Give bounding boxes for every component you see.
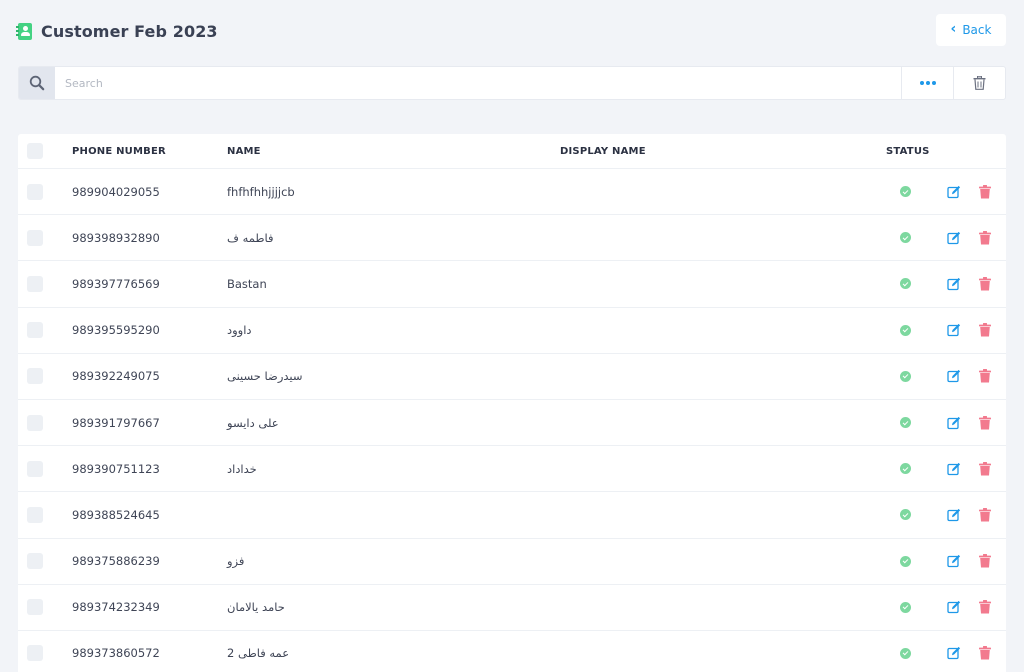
title-wrap: Customer Feb 2023: [16, 22, 218, 41]
contact-book-icon: [16, 23, 32, 40]
check-circle-icon: [900, 647, 911, 659]
name-cell: علی دایسو: [227, 415, 279, 430]
delete-icon[interactable]: [979, 276, 991, 291]
name-cell: خداداد: [227, 461, 257, 476]
check-circle-icon: [900, 555, 911, 567]
back-button[interactable]: ‹ Back: [936, 14, 1006, 46]
name-cell: عمه فاطی 2: [227, 646, 290, 661]
table-body: 989904029055 fhfhfhhjjjjcb 989398932890 …: [18, 169, 1006, 672]
delete-icon[interactable]: [979, 507, 991, 522]
table-row: 989392249075 سیدرضا حسینی: [18, 354, 1006, 400]
phone-cell: 989388524645: [72, 507, 160, 522]
page-title: Customer Feb 2023: [41, 22, 218, 41]
phone-cell: 989904029055: [72, 184, 160, 199]
page-header: Customer Feb 2023 ‹ Back: [16, 14, 1006, 48]
edit-icon[interactable]: [947, 554, 961, 568]
search-bar: [18, 66, 1006, 100]
table-row: 989390751123 خداداد: [18, 446, 1006, 493]
edit-icon[interactable]: [947, 369, 961, 383]
column-header-name[interactable]: NAME: [227, 134, 261, 168]
delete-icon[interactable]: [979, 600, 991, 614]
table-row: 989395595290 داوود: [18, 308, 1006, 354]
phone-cell: 989390751123: [72, 461, 160, 476]
name-cell: حامد یالامان: [227, 600, 285, 615]
chevron-left-icon: ‹: [950, 21, 957, 37]
phone-cell: 989397776569: [72, 276, 160, 291]
phone-cell: 989395595290: [72, 323, 160, 338]
delete-icon[interactable]: [979, 646, 991, 660]
name-cell: داوود: [227, 323, 252, 338]
row-checkbox[interactable]: [27, 506, 43, 523]
table-row: 989398932890 فاطمه ف: [18, 215, 1006, 262]
delete-all-button[interactable]: [953, 67, 1005, 99]
edit-icon[interactable]: [947, 277, 961, 291]
row-checkbox[interactable]: [27, 322, 43, 339]
delete-icon[interactable]: [979, 554, 991, 568]
row-checkbox[interactable]: [27, 645, 43, 662]
check-circle-icon: [900, 601, 911, 613]
phone-cell: 989392249075: [72, 369, 160, 384]
column-header-status[interactable]: STATUS: [886, 134, 930, 168]
delete-icon[interactable]: [979, 369, 991, 383]
phone-cell: 989391797667: [72, 415, 160, 430]
search-icon: [29, 75, 45, 91]
row-checkbox[interactable]: [27, 183, 43, 200]
phone-cell: 989374232349: [72, 600, 160, 615]
row-checkbox[interactable]: [27, 553, 43, 570]
delete-icon[interactable]: [979, 184, 991, 199]
check-circle-icon: [900, 509, 911, 521]
table-row: 989374232349 حامد یالامان: [18, 585, 1006, 631]
phone-cell: 989375886239: [72, 554, 160, 569]
row-checkbox[interactable]: [27, 460, 43, 477]
name-cell: Bastan: [227, 276, 267, 291]
edit-icon[interactable]: [947, 462, 961, 476]
customers-table: PHONE NUMBER NAME DISPLAY NAME STATUS 98…: [18, 134, 1006, 672]
check-circle-icon: [900, 324, 911, 336]
back-label: Back: [962, 23, 992, 37]
more-options-button[interactable]: [901, 67, 953, 99]
edit-icon[interactable]: [947, 185, 961, 199]
row-checkbox[interactable]: [27, 368, 43, 385]
phone-cell: 989398932890: [72, 230, 160, 245]
column-header-display-name[interactable]: DISPLAY NAME: [560, 134, 646, 168]
phone-cell: 989373860572: [72, 646, 160, 661]
row-checkbox[interactable]: [27, 229, 43, 246]
table-row: 989388524645: [18, 492, 1006, 539]
check-circle-icon: [900, 370, 911, 382]
delete-icon[interactable]: [979, 323, 991, 337]
edit-icon[interactable]: [947, 231, 961, 245]
trash-icon: [973, 76, 986, 90]
table-row: 989375886239 فزو: [18, 539, 1006, 585]
table-row: 989397776569 Bastan: [18, 261, 1006, 308]
row-checkbox[interactable]: [27, 414, 43, 431]
edit-icon[interactable]: [947, 600, 961, 614]
name-cell: فاطمه ف: [227, 230, 274, 245]
search-button[interactable]: [19, 67, 55, 99]
edit-icon[interactable]: [947, 646, 961, 660]
check-circle-icon: [900, 463, 911, 475]
more-dots-icon: [919, 81, 936, 85]
search-input[interactable]: [55, 67, 901, 99]
name-cell: سیدرضا حسینی: [227, 369, 303, 384]
row-checkbox[interactable]: [27, 275, 43, 292]
delete-icon[interactable]: [979, 415, 991, 430]
check-circle-icon: [900, 417, 911, 429]
table-header: PHONE NUMBER NAME DISPLAY NAME STATUS: [18, 134, 1006, 169]
edit-icon[interactable]: [947, 323, 961, 337]
column-header-phone[interactable]: PHONE NUMBER: [72, 134, 166, 168]
name-cell: فزو: [227, 554, 245, 569]
check-circle-icon: [900, 232, 911, 244]
select-all-checkbox[interactable]: [27, 143, 43, 159]
check-circle-icon: [900, 186, 911, 198]
table-row: 989391797667 علی دایسو: [18, 400, 1006, 447]
name-cell: fhfhfhhjjjjcb: [227, 184, 295, 199]
check-circle-icon: [900, 278, 911, 290]
edit-icon[interactable]: [947, 508, 961, 522]
edit-icon[interactable]: [947, 416, 961, 430]
delete-icon[interactable]: [979, 230, 991, 245]
row-checkbox[interactable]: [27, 599, 43, 616]
table-row: 989904029055 fhfhfhhjjjjcb: [18, 169, 1006, 216]
table-row: 989373860572 عمه فاطی 2: [18, 631, 1006, 672]
delete-icon[interactable]: [979, 461, 991, 476]
